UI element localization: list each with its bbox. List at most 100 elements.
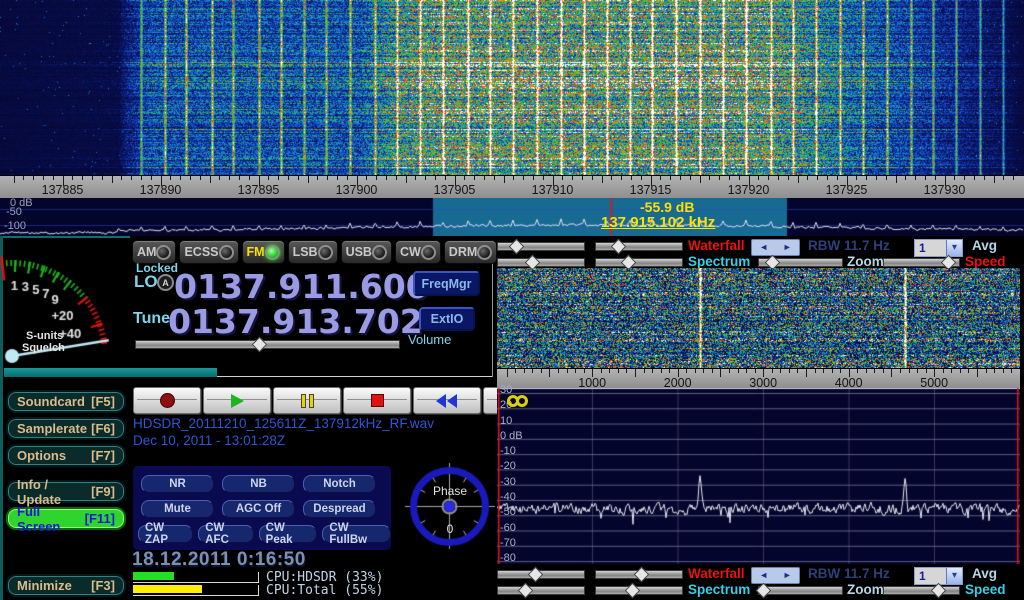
mode-button-lsb[interactable]: LSB [288, 240, 338, 264]
soundcard-button[interactable]: Soundcard[F5] [6, 390, 126, 413]
tick-mark [435, 176, 436, 180]
rbw-label: RBW 11.7 Hz [808, 238, 890, 253]
fkey-label: [F6] [91, 421, 115, 436]
fkey-label: [F5] [91, 394, 115, 409]
zoom-slider[interactable] [758, 585, 843, 596]
agc-off-button[interactable]: AGC Off [222, 500, 295, 518]
mode-button-cw[interactable]: CW [395, 240, 441, 264]
waterfall-contrast-slider[interactable] [595, 569, 683, 580]
cpu-total-fill [133, 585, 202, 593]
fkey-label: [F9] [91, 484, 115, 499]
spin-left-arrow[interactable]: ◄ [759, 571, 768, 580]
record-button[interactable] [133, 387, 201, 414]
options-button[interactable]: Options[F7] [6, 444, 126, 467]
tick-mark [729, 176, 730, 180]
dropdown-arrow-icon[interactable]: ▾ [946, 240, 962, 256]
rewind-button[interactable] [413, 387, 481, 414]
waterfall-contrast-slider[interactable] [595, 241, 683, 252]
freqmgr-button[interactable]: FreqMgr [413, 271, 480, 296]
lock-badge-icon[interactable]: A [157, 274, 174, 291]
speed-slider[interactable] [883, 257, 960, 268]
tick-mark [92, 176, 93, 180]
nr-button[interactable]: NR [141, 475, 214, 493]
avg-dropdown[interactable]: 1▾ [914, 239, 963, 257]
despread-button[interactable]: Despread [303, 500, 376, 518]
db-scale-label: 10 [500, 415, 512, 427]
main-frequency-axis[interactable]: 1378851378901378951379001379051379101379… [0, 175, 1024, 199]
samplerate-button[interactable]: Samplerate[F6] [6, 417, 126, 440]
nb-button[interactable]: NB [222, 475, 295, 493]
full-screen-button[interactable]: Full Screen[F11] [6, 507, 126, 530]
tick-mark [575, 369, 576, 373]
main-waterfall[interactable] [0, 0, 1024, 175]
spectrum-brightness-slider[interactable] [497, 257, 585, 268]
s-meter[interactable] [0, 238, 130, 368]
slider-track[interactable] [595, 242, 683, 251]
main-spectrum[interactable] [0, 198, 1024, 236]
db-scale-label: 0 dB [500, 430, 523, 442]
spectrum-brightness-slider[interactable] [497, 585, 585, 596]
spin-right-arrow[interactable]: ► [783, 571, 792, 580]
tick-mark [601, 369, 602, 373]
mode-button-usb[interactable]: USB [341, 240, 392, 264]
audio-waterfall[interactable] [497, 268, 1020, 368]
info-update-button[interactable]: Info / Update[F9] [6, 480, 126, 503]
spin-left-arrow[interactable]: ◄ [759, 243, 768, 252]
tune-frequency-display[interactable]: 0137.913.702 [168, 302, 423, 341]
cw-zap-button[interactable]: CW ZAP [138, 525, 193, 543]
tick-mark [768, 176, 769, 180]
db-scale-label: -10 [500, 445, 516, 457]
tick-mark [53, 176, 54, 180]
speed-slider[interactable] [883, 585, 960, 596]
slider-track[interactable] [497, 586, 585, 595]
extio-button[interactable]: ExtIO [419, 307, 475, 331]
pause-button[interactable] [273, 387, 341, 414]
record-icon [160, 393, 175, 408]
volume-label: Volume [408, 332, 451, 347]
fkey-label: [F3] [91, 578, 115, 593]
tick-mark [562, 176, 563, 180]
dropdown-arrow-icon[interactable]: ▾ [946, 568, 962, 584]
db-scale-label: -30 [500, 476, 516, 488]
dsp-button-panel: NR NB Notch Mute AGC Off Despread CW ZAP CW AFC… [133, 466, 391, 550]
waterfall-label: Waterfall [688, 238, 745, 253]
stop-button[interactable] [343, 387, 411, 414]
mode-button-fm[interactable]: FM [242, 240, 285, 264]
spin-right-arrow[interactable]: ► [783, 243, 792, 252]
tick-mark [994, 369, 995, 373]
slider-track[interactable] [135, 340, 400, 349]
volume-slider[interactable] [135, 339, 400, 350]
lo-frequency-display[interactable]: 0137.911.600 [174, 267, 429, 306]
zoom-label: Zoom [847, 582, 884, 597]
cw-peak-button[interactable]: CW Peak [259, 525, 318, 543]
play-button[interactable] [203, 387, 271, 414]
mode-button-ecss[interactable]: ECSS [179, 240, 238, 264]
spectrum-contrast-slider[interactable] [595, 585, 683, 596]
tick-mark [515, 369, 516, 373]
mode-label: FM [247, 245, 265, 259]
slider-track[interactable] [595, 258, 683, 267]
notch-button[interactable]: Notch [303, 475, 376, 493]
mode-button-drm[interactable]: DRM [444, 240, 497, 264]
slider-track[interactable] [883, 586, 960, 595]
waterfall-brightness-slider[interactable] [497, 241, 585, 252]
audio-spectrum[interactable] [497, 388, 1020, 564]
recording-filename: HDSDR_20111210_125611Z_137912kHz_RF.wav [133, 416, 434, 431]
zoom-slider[interactable] [758, 257, 843, 268]
tick-mark [484, 176, 485, 180]
slider-track[interactable] [497, 258, 585, 267]
squelch-label: Squelch [22, 342, 65, 354]
waterfall-brightness-slider[interactable] [497, 569, 585, 580]
cw-afc-button[interactable]: CW AFC [198, 525, 253, 543]
minimize-button[interactable]: Minimize[F3] [6, 574, 126, 597]
rbw-label: RBW 11.7 Hz [808, 566, 890, 581]
tick-mark [806, 369, 807, 377]
audio-frequency-axis[interactable]: 10002000300040005000 [497, 368, 1020, 389]
tick-mark [886, 176, 887, 180]
tick-mark [960, 369, 961, 373]
button-label: Options [17, 448, 66, 463]
cw-fullbw-button[interactable]: CW FullBw [322, 525, 391, 543]
spectrum-contrast-slider[interactable] [595, 257, 683, 268]
mute-button[interactable]: Mute [141, 500, 214, 518]
tick-mark [1011, 369, 1012, 373]
